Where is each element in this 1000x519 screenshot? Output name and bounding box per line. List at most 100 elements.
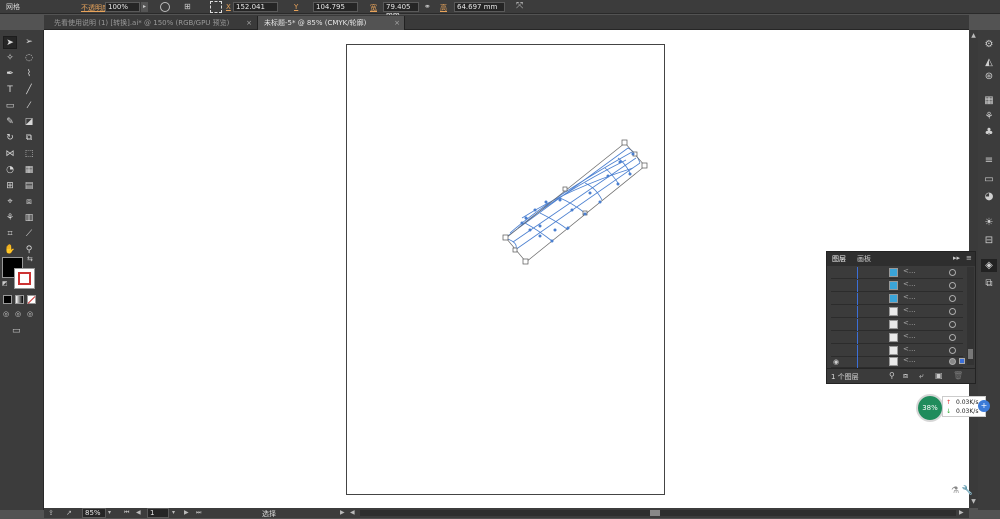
rectangle-tool-icon[interactable]: ▭ — [3, 100, 17, 113]
page-field[interactable]: 1 — [147, 508, 169, 518]
pen-tool-icon[interactable]: ✒ — [3, 68, 17, 81]
draw-behind-icon[interactable]: ◎ — [15, 310, 25, 319]
transform-icon[interactable]: ⤧ — [516, 1, 528, 13]
opacity-arrow-icon[interactable]: ▸ — [141, 2, 148, 12]
layer-row[interactable]: <... — [831, 280, 963, 292]
draw-inside-icon[interactable]: ◎ — [27, 310, 37, 319]
shape-builder-tool-icon[interactable]: ◔ — [3, 164, 17, 177]
mesh-tool-icon[interactable]: ⊞ — [3, 180, 17, 193]
first-page-icon[interactable]: ⏮ — [124, 509, 129, 517]
new-sublayer-icon[interactable]: ⤶ — [919, 371, 923, 381]
layer-name[interactable]: <... — [903, 293, 916, 301]
color-panel-icon[interactable]: ⚙ — [981, 38, 997, 51]
hscroll-thumb[interactable] — [650, 510, 660, 516]
link-icon[interactable]: ⚭ — [424, 2, 436, 12]
color-guide-icon[interactable]: ◭ — [981, 56, 997, 69]
line-tool-icon[interactable]: ╱ — [22, 84, 36, 97]
graph-tool-icon[interactable]: ▥ — [22, 212, 36, 225]
layer-name[interactable]: <... — [903, 280, 916, 288]
gradient-panel-icon[interactable]: ▭ — [981, 173, 997, 186]
status-arrow-icon[interactable]: ▶ — [340, 509, 345, 516]
tab-artboards[interactable]: 画板 — [857, 254, 871, 264]
tab-close-icon[interactable]: × — [246, 16, 252, 30]
network-speed-widget[interactable]: 38% ↑ 0.03K/s ↓ 0.03K/s + — [916, 394, 992, 422]
hand-tool-icon[interactable]: ✋ — [3, 244, 17, 257]
selected-mesh-object[interactable] — [500, 138, 652, 270]
tab-document-1[interactable]: 先看使用说明 (1) [转换].ai* @ 150% (RGB/GPU 预览) … — [48, 16, 256, 30]
y-input[interactable]: 104.795 — [313, 2, 358, 12]
opacity-input[interactable]: 100% — [105, 2, 140, 12]
layer-name[interactable]: <... — [903, 267, 916, 275]
horizontal-scrollbar[interactable] — [360, 510, 956, 516]
magic-wand-tool-icon[interactable]: ✧ — [3, 52, 17, 65]
swatches-panel-icon[interactable]: ▦ — [981, 94, 997, 107]
target-icon[interactable] — [949, 282, 956, 289]
screen-mode-icon[interactable]: ▭ — [12, 326, 26, 336]
width-input[interactable]: 79.405 mm — [383, 2, 419, 19]
zoom-field[interactable]: 85% — [82, 508, 106, 518]
last-page-icon[interactable]: ⏭ — [196, 509, 201, 517]
reference-point-icon[interactable] — [210, 1, 222, 13]
layer-row[interactable]: <... — [831, 332, 963, 344]
appearance-panel-icon[interactable]: ☀ — [981, 216, 997, 229]
none-mode-icon[interactable] — [27, 295, 36, 304]
pencil-tool-icon[interactable]: ✎ — [3, 116, 17, 129]
plus-icon[interactable]: + — [978, 400, 990, 412]
next-page-icon[interactable]: ▶ — [184, 509, 189, 516]
share-icon[interactable]: ⇪ — [48, 509, 54, 517]
artboards-panel-icon[interactable]: ⧉ — [981, 277, 997, 290]
rotate-tool-icon[interactable]: ↻ — [3, 132, 17, 145]
target-icon[interactable] — [949, 295, 956, 302]
paintbrush-tool-icon[interactable]: ⁄ — [22, 100, 36, 113]
target-icon[interactable] — [949, 334, 956, 341]
locate-object-icon[interactable]: ⚲ — [889, 371, 895, 380]
wrench-icon[interactable]: ⚗ 🔧 — [951, 486, 977, 498]
recolor-icon[interactable] — [160, 2, 170, 12]
gradient-tool-icon[interactable]: ▤ — [22, 180, 36, 193]
eyedropper-tool-icon[interactable]: ⌖ — [3, 196, 17, 209]
tab-close-icon[interactable]: × — [394, 16, 400, 30]
slice-tool-icon[interactable]: ⟋ — [22, 228, 36, 241]
graphic-styles-icon[interactable]: ♣ — [981, 126, 997, 139]
panel-menu-icon[interactable]: ≡ — [966, 254, 972, 262]
target-icon[interactable] — [949, 347, 956, 354]
tab-document-2[interactable]: 未标题-5* @ 85% (CMYK/轮廓) × — [257, 16, 405, 30]
default-colors-icon[interactable]: ◩ — [2, 280, 10, 288]
layer-row[interactable]: ◉ <... — [831, 356, 965, 368]
collapse-icon[interactable]: ▸▸ — [953, 254, 960, 262]
lasso-tool-icon[interactable]: ◌ — [22, 52, 36, 65]
zoom-dropdown-icon[interactable]: ▾ — [108, 509, 111, 516]
layer-name[interactable]: <... — [903, 319, 916, 327]
bounding-handles[interactable] — [502, 139, 648, 265]
free-transform-tool-icon[interactable]: ⬚ — [22, 148, 36, 161]
scroll-down-icon[interactable]: ▼ — [970, 498, 977, 505]
layers-panel-icon[interactable]: ◈ — [981, 259, 997, 272]
target-icon[interactable] — [949, 321, 956, 328]
new-layer-icon[interactable]: ▣ — [935, 371, 943, 380]
scroll-up-icon[interactable]: ▲ — [970, 32, 977, 39]
stroke-color-swatch[interactable] — [14, 268, 35, 289]
direct-selection-tool-icon[interactable]: ➢ — [22, 36, 36, 49]
prev-page-icon[interactable]: ◀ — [136, 509, 141, 516]
draw-normal-icon[interactable]: ◎ — [3, 310, 13, 319]
layer-name[interactable]: <... — [903, 306, 916, 314]
visibility-eye-icon[interactable]: ◉ — [833, 358, 841, 366]
symbol-sprayer-tool-icon[interactable]: ⚘ — [3, 212, 17, 225]
page-dropdown-icon[interactable]: ▾ — [172, 509, 175, 516]
scale-tool-icon[interactable]: ⧉ — [22, 132, 36, 145]
layer-row[interactable]: <... — [831, 306, 963, 318]
export-icon[interactable]: ↗ — [66, 509, 72, 517]
layers-scrollbar[interactable] — [967, 267, 974, 365]
layer-name[interactable]: <... — [903, 356, 916, 364]
brushes-panel-icon[interactable]: ⚘ — [981, 110, 997, 123]
target-icon[interactable] — [949, 358, 956, 365]
swap-colors-icon[interactable]: ⇆ — [27, 255, 36, 264]
layer-name[interactable]: <... — [903, 332, 916, 340]
selection-indicator[interactable] — [959, 358, 965, 364]
hscroll-left-icon[interactable]: ◀ — [350, 509, 355, 516]
selection-tool-icon[interactable]: ➤ — [3, 36, 17, 49]
perspective-grid-tool-icon[interactable]: ▦ — [22, 164, 36, 177]
height-input[interactable]: 64.697 mm — [454, 2, 505, 12]
width-tool-icon[interactable]: ⋈ — [3, 148, 17, 161]
eraser-tool-icon[interactable]: ◪ — [22, 116, 36, 129]
